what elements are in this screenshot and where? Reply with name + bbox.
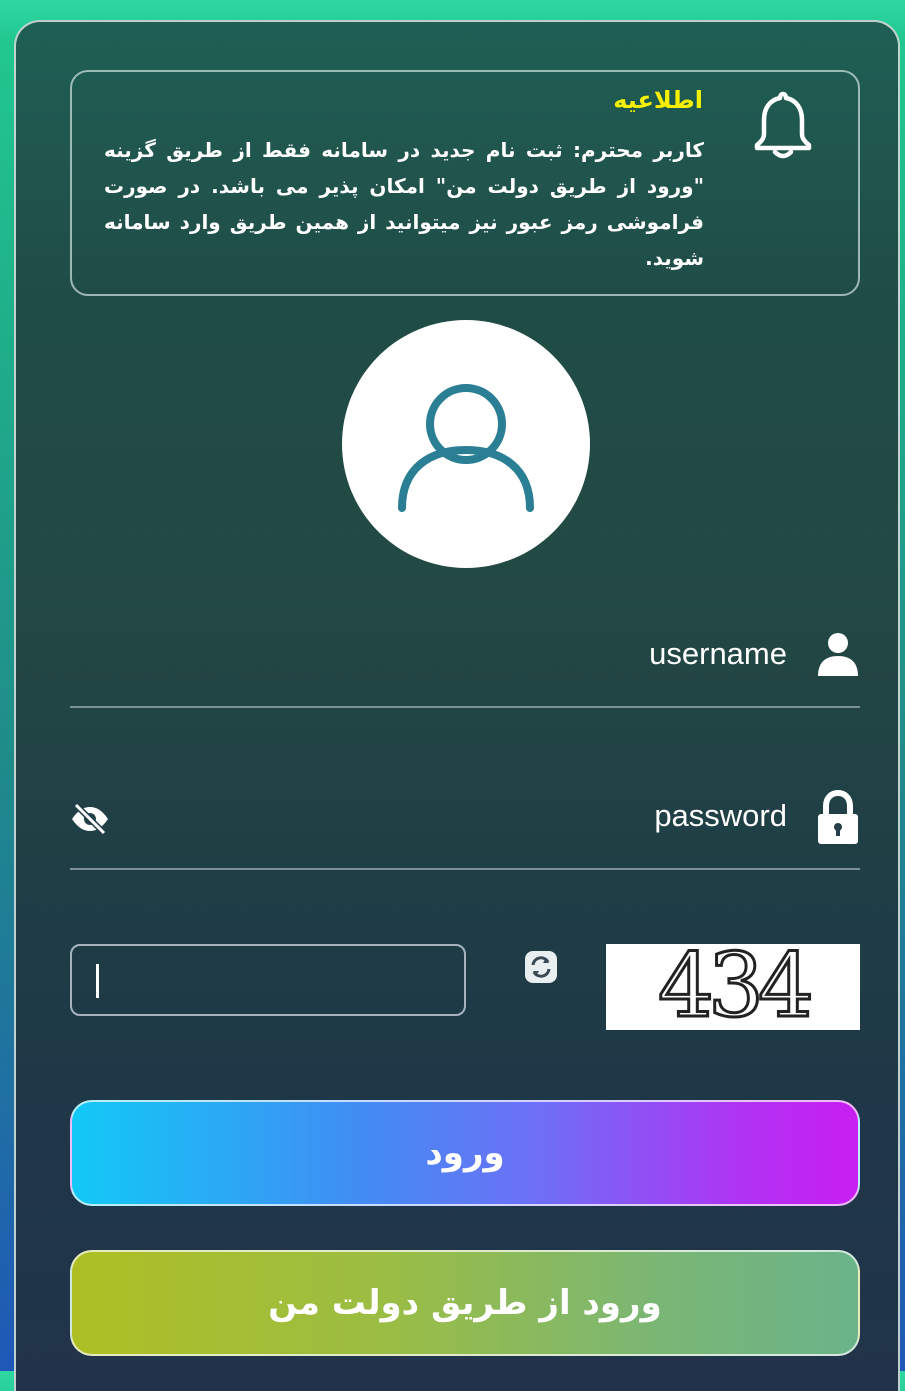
password-underline (70, 868, 860, 870)
text-caret (96, 964, 99, 998)
eye-slash-icon[interactable] (68, 802, 112, 836)
username-underline (70, 706, 860, 708)
password-field[interactable]: password (654, 798, 787, 834)
lock-icon (818, 790, 858, 844)
notice-title: اطلاعیه (613, 86, 703, 114)
refresh-icon[interactable] (524, 950, 558, 984)
captcha-input[interactable] (70, 944, 466, 1016)
captcha-image: 434 (606, 936, 860, 1035)
bell-icon (754, 91, 812, 159)
username-field[interactable]: username (649, 636, 787, 672)
avatar (342, 320, 590, 568)
captcha-text: 434 (657, 934, 816, 1037)
user-avatar-icon (398, 384, 534, 512)
notice-text: کاربر محترم: ثبت نام جدید در سامانه فقط … (104, 138, 704, 270)
gov-login-button[interactable]: ورود از طریق دولت من (70, 1250, 860, 1356)
login-button[interactable]: ورود (70, 1100, 860, 1206)
user-icon (818, 633, 858, 676)
